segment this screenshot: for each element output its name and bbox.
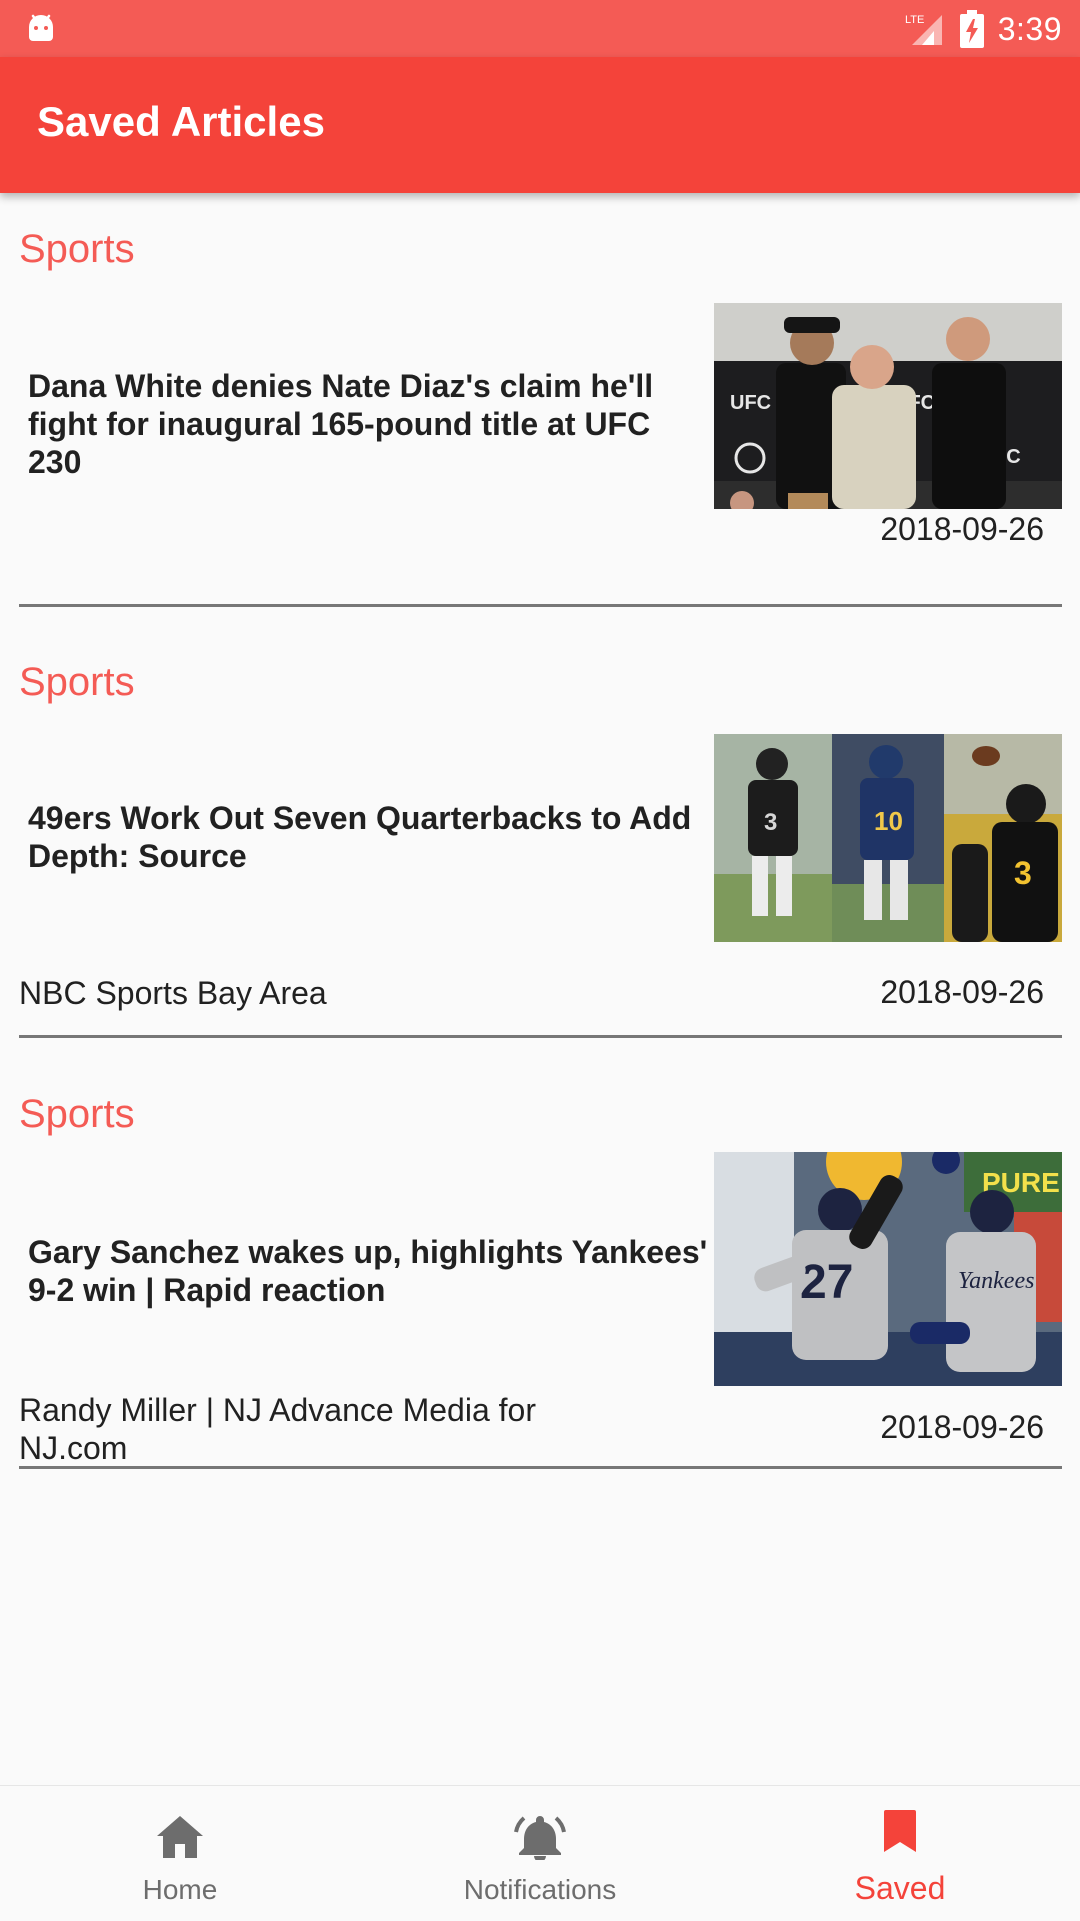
svg-text:3: 3 (1014, 855, 1032, 891)
article-card[interactable]: Sports 49ers Work Out Seven Quarterbacks… (19, 626, 1062, 1038)
article-date: 2018-09-26 (880, 511, 1044, 547)
svg-text:Yankees: Yankees (958, 1268, 1034, 1294)
article-card[interactable]: Sports Gary Sanchez wakes up, highlights… (19, 1058, 1062, 1469)
ufc-photo-icon: UFC UFC FC (714, 303, 1062, 509)
nav-saved-button[interactable]: Saved (770, 1786, 1030, 1921)
article-category: Sports (19, 660, 135, 704)
article-date: 2018-09-26 (880, 974, 1044, 1010)
article-date: 2018-09-26 (880, 1409, 1044, 1445)
svg-text:3: 3 (764, 809, 777, 836)
article-card[interactable]: Sports Dana White denies Nate Diaz's cla… (19, 193, 1062, 607)
article-thumbnail[interactable]: 3 10 3 (714, 734, 1062, 942)
battery-charging-icon (959, 10, 984, 48)
page-title: Saved Articles (37, 98, 325, 145)
nav-notifications-label: Notifications (463, 1874, 617, 1905)
article-thumbnail[interactable]: UFC UFC FC (714, 303, 1062, 509)
svg-text:27: 27 (800, 1256, 853, 1309)
home-icon (157, 1816, 203, 1858)
article-source: NBC Sports Bay Area (19, 975, 327, 1011)
svg-text:10: 10 (874, 806, 903, 836)
article-category: Sports (19, 227, 135, 271)
bell-icon (514, 1816, 566, 1860)
app-bar: Saved Articles (0, 57, 1080, 193)
svg-text:LTE: LTE (905, 14, 924, 26)
article-category: Sports (19, 1092, 135, 1136)
nav-notifications-button[interactable]: Notifications (410, 1786, 670, 1921)
article-thumbnail[interactable]: PURE 27 Yankees (714, 1152, 1062, 1386)
nav-home-label: Home (142, 1874, 218, 1905)
bottom-navigation: Home Notifications Saved (0, 1785, 1080, 1921)
svg-text:UFC: UFC (730, 392, 771, 414)
android-debug-icon (29, 14, 53, 41)
nav-home-button[interactable]: Home (50, 1786, 310, 1921)
football-photo-icon: 3 10 3 (714, 734, 1062, 942)
lte-signal-icon: LTE (905, 14, 942, 45)
bookmark-icon (884, 1810, 916, 1852)
status-time: 3:39 (997, 10, 1062, 47)
article-headline[interactable]: Dana White denies Nate Diaz's claim he'l… (28, 367, 708, 481)
article-headline[interactable]: Gary Sanchez wakes up, highlights Yankee… (28, 1233, 708, 1309)
article-source: Randy Miller | NJ Advance Media for NJ.c… (19, 1392, 536, 1466)
article-headline[interactable]: 49ers Work Out Seven Quarterbacks to Add… (28, 799, 708, 875)
nav-saved-label: Saved (854, 1870, 946, 1906)
status-bar: LTE 3:39 (0, 0, 1080, 57)
baseball-photo-icon: PURE 27 Yankees (714, 1152, 1062, 1386)
